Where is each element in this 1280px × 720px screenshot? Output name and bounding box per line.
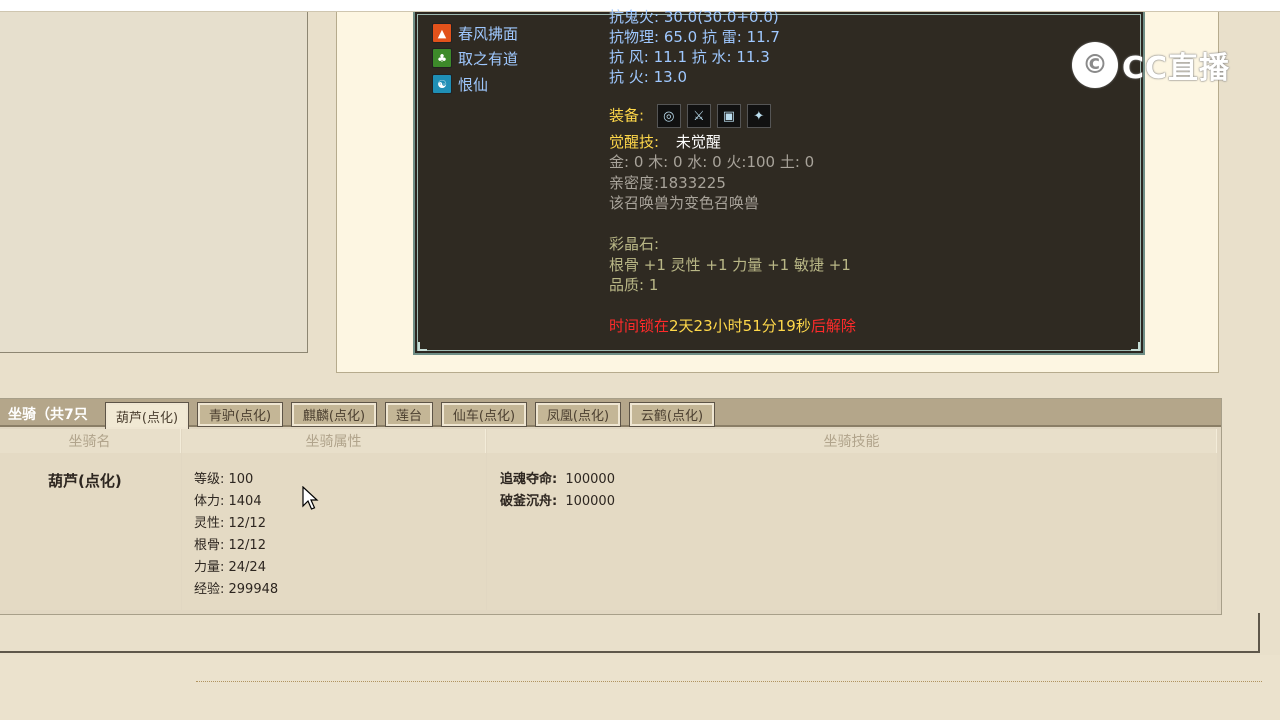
crystal-quality: 品质: 1	[609, 276, 659, 294]
sword-equip-icon[interactable]: ⚔	[686, 104, 711, 128]
tab-mount-xianche[interactable]: 仙车(点化)	[441, 402, 527, 427]
mount-attr-stamina: 体力: 1404	[194, 494, 262, 509]
awaken-label: 觉醒技:	[609, 133, 660, 151]
fire-skill-icon: ▲	[432, 23, 452, 43]
window-bottom-border	[0, 613, 1260, 653]
blue-ghost-skill-icon: ☯	[432, 74, 452, 94]
cc-logo-text: CC直播	[1122, 51, 1231, 86]
mount-skill-value: 100000	[565, 494, 615, 509]
pet-skill-label: 恨仙	[458, 75, 489, 94]
variant-note: 该召唤兽为变色召唤兽	[609, 194, 760, 212]
mount-attr-level: 等级: 100	[194, 472, 254, 487]
pet-skill-item[interactable]: ▲ 春风拂面	[432, 22, 518, 44]
tab-mount-liantai[interactable]: 莲台	[385, 402, 433, 427]
frame-corner-bottom-left	[418, 342, 427, 351]
pet-skill-item[interactable]: ♣ 取之有道	[432, 47, 518, 69]
pet-skill-item[interactable]: ☯ 恨仙	[432, 73, 488, 95]
tab-mount-yunhe[interactable]: 云鹤(点化)	[629, 402, 715, 427]
armor-equip-icon[interactable]: ▣	[716, 104, 741, 128]
resist-fire: 抗 火: 13.0	[609, 68, 687, 86]
mouse-pointer-icon	[302, 486, 319, 510]
time-lock-duration: 2天23小时51分19秒	[669, 317, 811, 335]
mount-count-label: 坐骑（共7只	[8, 407, 88, 423]
column-header-mount-attributes: 坐骑属性	[182, 429, 486, 453]
mount-skill-row: 破釜沉舟: 100000	[500, 490, 615, 509]
frame-corner-bottom-right	[1131, 342, 1140, 351]
cc-live-watermark: © CC直播	[1072, 42, 1230, 88]
awaken-row: 觉醒技: 未觉醒	[609, 131, 721, 152]
time-lock-suffix: 后解除	[810, 317, 856, 335]
resist-physical-thunder: 抗物理: 65.0 抗 雷: 11.7	[609, 28, 780, 46]
mount-skill-name: 破釜沉舟:	[500, 494, 558, 509]
tab-mount-fenghuang[interactable]: 凤凰(点化)	[535, 402, 621, 427]
crystal-stats: 根骨 +1 灵性 +1 力量 +1 敏捷 +1	[609, 256, 851, 274]
time-lock-row: 时间锁在2天23小时51分19秒后解除	[609, 315, 856, 336]
bottom-area	[0, 655, 1280, 720]
mount-skill-name: 追魂夺命:	[500, 472, 558, 487]
crystal-label: 彩晶石:	[609, 235, 660, 253]
pet-skill-label: 取之有道	[458, 49, 519, 68]
intimacy-value: 亲密度:1833225	[609, 174, 726, 192]
dotted-divider	[196, 681, 1262, 682]
crystal-equip-icon[interactable]: ✦	[746, 104, 771, 128]
resist-wind-water: 抗 风: 11.1 抗 水: 11.3	[609, 48, 770, 66]
mount-attr-constitution: 根骨: 12/12	[194, 538, 266, 553]
mount-skill-row: 追魂夺命: 100000	[500, 468, 615, 487]
mount-attr-spirit: 灵性: 12/12	[194, 516, 266, 531]
pet-detail-tooltip	[413, 12, 1145, 355]
tab-mount-qinglv[interactable]: 青驴(点化)	[197, 402, 283, 427]
column-header-mount-name: 坐骑名	[0, 429, 181, 453]
time-lock-prefix: 时间锁在	[609, 317, 670, 335]
green-spirit-skill-icon: ♣	[432, 48, 452, 68]
left-empty-panel	[0, 12, 308, 353]
tab-mount-hulu[interactable]: 葫芦(点化)	[105, 402, 189, 429]
mount-tab-bar: 坐骑（共7只 葫芦(点化) 青驴(点化) 麒麟(点化) 莲台 仙车(点化) 凤凰…	[0, 399, 1221, 429]
ring-equip-icon[interactable]: ◎	[656, 104, 681, 128]
mount-attr-experience: 经验: 299948	[194, 582, 279, 597]
column-header-mount-skills: 坐骑技能	[487, 429, 1217, 453]
resist-ghost-fire: 抗鬼火: 30.0(30.0+0.0)	[609, 8, 779, 26]
equipment-label: 装备:	[609, 106, 645, 125]
five-elements: 金: 0 木: 0 水: 0 火:100 土: 0	[609, 153, 815, 171]
mount-skill-value: 100000	[565, 472, 615, 487]
selected-mount-name: 葫芦(点化)	[48, 472, 122, 490]
awaken-value: 未觉醒	[675, 133, 721, 151]
pet-skill-label: 春风拂面	[458, 24, 519, 43]
mount-attr-strength: 力量: 24/24	[194, 560, 266, 575]
cc-logo-icon: ©	[1072, 42, 1118, 88]
tab-mount-qilin[interactable]: 麒麟(点化)	[291, 402, 377, 427]
equipment-row: 装备: ◎ ⚔ ▣ ✦	[609, 104, 771, 128]
